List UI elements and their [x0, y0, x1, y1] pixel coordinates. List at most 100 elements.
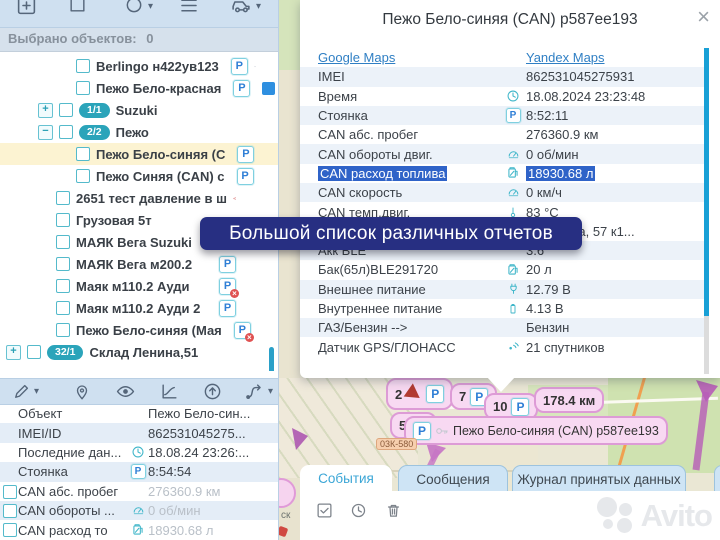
circle-select-icon[interactable] — [124, 0, 144, 15]
info-value: 276360.9 км — [148, 484, 220, 499]
checkbox[interactable] — [76, 147, 90, 161]
actions-toolbar: ▾ ▾ — [0, 378, 278, 405]
detail-label: Бак(65л)BLE291720 — [318, 262, 500, 277]
tab-partial[interactable] — [714, 465, 720, 493]
tree-item[interactable]: Berlingo н422ув123 P — [0, 55, 278, 77]
tree-group-label: Склад Ленина,51 — [89, 345, 198, 360]
info-label: IMEI/ID — [18, 426, 128, 441]
edit-icon[interactable] — [12, 383, 30, 401]
checkbox[interactable] — [56, 191, 70, 205]
avito-watermark: Avito — [597, 495, 712, 531]
chevron-down-icon[interactable]: ▾ — [148, 1, 153, 12]
tree-item[interactable]: Пежо Бело-синяя (Мая P — [0, 319, 278, 341]
tree-item-label: Грузовая 5т — [76, 213, 152, 228]
info-value: 8:54:54 — [148, 464, 191, 479]
history-icon[interactable] — [350, 502, 367, 519]
object-info-panel: Объект Пежо Бело-син... IMEI/ID 86253104… — [0, 404, 278, 540]
tab-journal[interactable]: Журнал принятых данных — [512, 465, 686, 493]
avito-logo-circle — [603, 519, 613, 529]
export-icon[interactable] — [203, 382, 222, 401]
detail-row: Датчик GPS/ГЛОНАСС 21 спутников — [300, 337, 704, 356]
popup-scrollbar-track[interactable] — [704, 316, 709, 374]
visibility-icon[interactable] — [115, 382, 136, 401]
checkbox[interactable] — [76, 59, 90, 73]
checkbox[interactable] — [56, 279, 70, 293]
chevron-down-icon[interactable]: ▾ — [256, 1, 261, 12]
tree-item-selected[interactable]: Пежо Бело-синяя (С P — [0, 143, 278, 165]
tree-item[interactable]: Маяк м110.2 Ауди 2 P — [0, 297, 278, 319]
tab-messages[interactable]: Сообщения — [398, 465, 508, 493]
annotation-banner-text: Большой список различных отчетов — [229, 223, 553, 245]
satellite-icon — [506, 340, 520, 354]
parking-badge-icon: P — [511, 398, 529, 416]
square-select-icon[interactable] — [68, 0, 87, 14]
route-icon[interactable] — [244, 382, 265, 401]
checkbox[interactable] — [27, 345, 41, 359]
detail-value: 0 об/мин — [526, 147, 579, 162]
delete-icon[interactable] — [385, 502, 402, 519]
cluster-count: 7 — [459, 389, 466, 404]
checkbox[interactable] — [56, 257, 70, 271]
checkbox[interactable] — [56, 323, 70, 337]
tree-item-label: МАЯК Вега Suzuki — [76, 235, 192, 250]
detail-row: Внутреннее питание 4.13 В — [300, 299, 704, 318]
checkbox[interactable] — [56, 213, 70, 227]
vehicle-filter-icon[interactable] — [230, 0, 252, 16]
detail-row: CAN абс. пробег 276360.9 км — [300, 125, 704, 144]
group-count-badge: 1/1 — [79, 103, 110, 118]
list-view-icon[interactable] — [178, 0, 200, 16]
map-vehicle-label[interactable]: P Пежо Бело-синяя (CAN) p587ee193 — [404, 416, 668, 445]
chevron-down-icon[interactable]: ▾ — [268, 386, 273, 397]
tree-group[interactable]: + 32/1 Склад Ленина,51 — [0, 341, 278, 363]
checkbox[interactable] — [3, 523, 17, 537]
chart-icon[interactable] — [160, 382, 179, 401]
rpm-gauge-icon — [506, 148, 521, 161]
tree-item[interactable]: Маяк м110.2 Ауди P — [0, 275, 278, 297]
google-maps-link[interactable]: Google Maps — [318, 50, 395, 65]
detail-label: CAN абс. пробег — [318, 127, 500, 142]
checkbox[interactable] — [59, 125, 73, 139]
tree-group[interactable]: − 2/2 Пежо — [0, 121, 278, 143]
tree-scrollbar[interactable] — [269, 347, 274, 371]
detail-label: Внутреннее питание — [318, 301, 500, 316]
group-count-badge: 32/1 — [47, 345, 83, 360]
checkbox[interactable] — [76, 169, 90, 183]
detail-row: Время 18.08.2024 23:23:48 — [300, 87, 704, 106]
map-cluster-2[interactable]: 2 P — [386, 378, 453, 410]
checkbox[interactable] — [3, 504, 17, 518]
checkbox[interactable] — [56, 235, 70, 249]
checkbox[interactable] — [59, 103, 73, 117]
detail-row: Бак(65л)BLE291720 20 л — [300, 260, 704, 279]
unit-details-popup: Пежо Бело-синяя (CAN) p587ee193 × Google… — [300, 0, 720, 378]
popup-scrollbar-thumb[interactable] — [704, 48, 709, 316]
yandex-maps-link[interactable]: Yandex Maps — [526, 50, 605, 65]
tab-events[interactable]: События — [300, 465, 392, 492]
info-label: CAN обороты ... — [18, 503, 128, 518]
chevron-down-icon[interactable]: ▾ — [34, 386, 39, 397]
location-pin-icon[interactable] — [73, 383, 91, 401]
info-row: Последние дан... 18.08.24 23:26:... — [0, 443, 278, 462]
tree-item[interactable]: 2651 тест давление в ш — [0, 187, 278, 209]
expand-icon[interactable]: + — [38, 103, 53, 118]
checkbox[interactable] — [56, 301, 70, 315]
detail-label: CAN расход топлива — [318, 166, 447, 181]
tree-group[interactable]: + 1/1 Suzuki — [0, 99, 278, 121]
tree-item[interactable]: МАЯК Вега м200.2 P — [0, 253, 278, 275]
fuel-icon — [131, 523, 145, 537]
key-icon — [435, 424, 449, 438]
tree-item-label: Пежо Бело-красная — [96, 81, 221, 96]
detail-row: CAN скорость 0 км/ч — [300, 183, 704, 202]
detail-label: Внешнее питание — [318, 282, 500, 297]
select-all-icon[interactable] — [316, 502, 333, 519]
checkbox[interactable] — [3, 485, 17, 499]
tree-item[interactable]: Пежо Синяя (CAN) с P — [0, 165, 278, 187]
detail-value: 862531045275931 — [526, 69, 634, 84]
tree-item-label: Пежо Синяя (CAN) с — [96, 169, 225, 184]
checkbox[interactable] — [76, 81, 90, 95]
detail-row: CAN обороты двиг. 0 об/мин — [300, 144, 704, 163]
add-square-icon[interactable] — [16, 0, 37, 16]
expand-icon[interactable]: + — [6, 345, 21, 360]
close-icon[interactable]: × — [697, 6, 710, 28]
tree-item[interactable]: Пежо Бело-красная P — [0, 77, 278, 99]
collapse-icon[interactable]: − — [38, 125, 53, 140]
